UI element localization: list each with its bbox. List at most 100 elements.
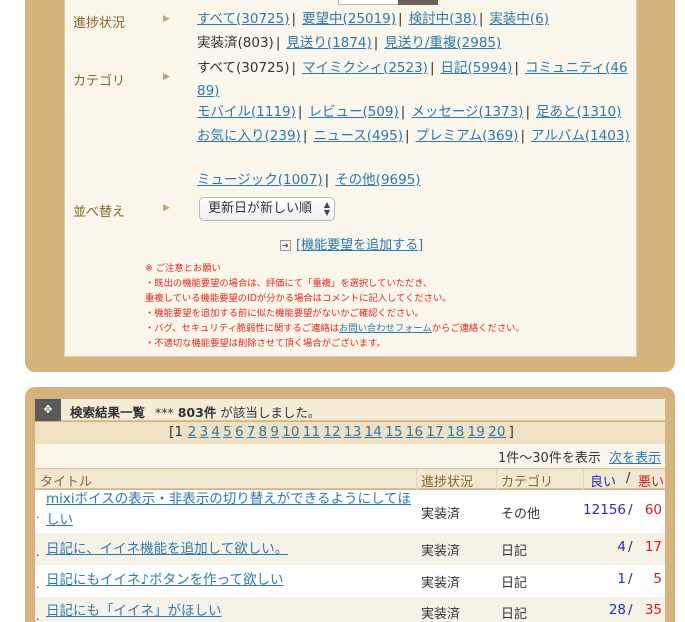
progress-option-postponed-duplicate[interactable]: 見送り/重複(2985)	[384, 35, 501, 51]
note-line: ・不適切な機能要望は削除させて頂く場合がございます。	[145, 338, 386, 349]
row-title-link[interactable]: 日記にもイイネ♪ボタンを作って欲しい	[46, 570, 416, 591]
pager-page-link[interactable]: 12	[323, 424, 341, 440]
pager-page-link[interactable]: 6	[235, 424, 244, 440]
progress-option-postponed[interactable]: 見送り(1874)	[286, 35, 371, 51]
row-title-link[interactable]: 日記に、イイネ機能を追加して欲しい。	[46, 539, 416, 560]
note-bug-line: ・バグ、セキュリティ脆弱性に関するご連絡はお問い合わせフォームからご連絡ください…	[145, 323, 525, 334]
progress-arrow-icon: ▶	[163, 14, 170, 24]
row-bad-count: 17	[644, 539, 662, 555]
category-option-album[interactable]: アルバム(1403)	[531, 128, 630, 144]
pager-page-link[interactable]: 2	[188, 424, 197, 440]
row-status: 実装済	[421, 544, 461, 559]
pager-links: 2 3 4 5 6 7 8 9 10 11 12 13 14 15 16 17 18 19 20	[188, 424, 509, 440]
row-category: 日記	[501, 544, 528, 559]
row-good-count: 28	[608, 602, 626, 618]
pager-page-link[interactable]: 11	[303, 424, 321, 440]
category-options-line-2: モバイル(1119) | レビュー(509) | メッセージ(1373) | 足あと(131…	[197, 104, 622, 120]
row-slash: /	[628, 502, 633, 518]
row-good-count: 4	[617, 539, 626, 555]
row-title-link[interactable]: 日記にも「イイネ」がほしい	[46, 601, 416, 622]
row-bad-count: 60	[644, 502, 662, 518]
row-bullet: .	[36, 578, 40, 591]
column-slash: /	[626, 471, 631, 486]
add-request: ➜ [機能要望を追加する]	[280, 234, 423, 253]
progress-label: 進捗状況	[73, 16, 126, 31]
category-option-premium[interactable]: プレミアム(369)	[416, 128, 519, 144]
category-option-footprint[interactable]: 足あと(1310)	[536, 104, 621, 120]
pager-page-link[interactable]: 18	[447, 424, 465, 440]
category-option-mobile[interactable]: モバイル(1119)	[197, 104, 296, 120]
category-option-news[interactable]: ニュース(495)	[313, 128, 403, 144]
pager-page-link[interactable]: 8	[259, 424, 268, 440]
category-option-music[interactable]: ミュージック(1007)	[197, 172, 323, 188]
pager-page-link[interactable]: 20	[488, 424, 506, 440]
note-heading: ※ ご注意とお願い	[145, 263, 221, 274]
row-status: 実装済	[421, 576, 461, 591]
row-category: 日記	[501, 607, 528, 622]
note-line: ・既出の機能要望の場合は、評価にて「重複」を選択していただき、	[145, 278, 433, 289]
search-button[interactable]	[398, 0, 438, 5]
progress-option-implementing[interactable]: 実装中(6)	[489, 11, 549, 27]
result-range: 1件〜30件を表示 次を表示	[498, 447, 661, 466]
next-page-link[interactable]: 次を表示	[609, 451, 661, 466]
row-slash: /	[628, 571, 633, 587]
row-category: その他	[501, 507, 541, 522]
column-status: 進捗状況	[421, 475, 474, 490]
pager-page-link[interactable]: 3	[200, 424, 209, 440]
category-options-line-3: お気に入り(239) | ニュース(495) | プレミアム(369) | アルバム(140…	[197, 128, 630, 144]
row-title-link[interactable]: mixiボイスの表示・非表示の切り替えができるようにしてほしい	[46, 489, 416, 531]
table-header	[35, 468, 665, 489]
category-option-other[interactable]: その他(9695)	[335, 172, 420, 188]
column-bad: 悪い	[638, 475, 665, 490]
category-option-message[interactable]: メッセージ(1373)	[411, 104, 523, 120]
sort-select[interactable]: 更新日が新しい順 ▲ ▼	[199, 197, 335, 221]
pager-page-link[interactable]: 17	[426, 424, 444, 440]
progress-option-reviewing[interactable]: 検討中(38)	[409, 11, 477, 27]
select-spinner-icon: ▲ ▼	[323, 200, 330, 217]
row-bad-count: 5	[653, 571, 662, 587]
row-good-count: 1	[617, 571, 626, 587]
pager-close: ]	[508, 424, 515, 440]
pager-page-link[interactable]: 13	[344, 424, 362, 440]
row-bad-count: 35	[644, 602, 662, 618]
progress-options-line-1: すべて(30725) | 要望中(25019) | 検討中(38) | 実装中(6)	[197, 11, 550, 27]
column-title: タイトル	[40, 475, 93, 490]
category-option-mymixi[interactable]: マイミクシィ(2523)	[302, 60, 428, 76]
row-status: 実装済	[421, 607, 461, 622]
pager-page-link[interactable]: 7	[247, 424, 256, 440]
results-count-number: 803件	[177, 405, 217, 420]
notes-block: ※ ご注意とお願い ・既出の機能要望の場合は、評価にて「重複」を選択していただき…	[145, 261, 525, 351]
pager-page-link[interactable]: 19	[467, 424, 485, 440]
pager-page-link[interactable]: 15	[385, 424, 403, 440]
row-slash: /	[628, 602, 633, 618]
category-option-review[interactable]: レビュー(509)	[308, 104, 398, 120]
sort-label: 並べ替え	[73, 205, 126, 220]
arrow-box-icon: ➜	[280, 240, 291, 251]
pager-page-link[interactable]: 16	[406, 424, 424, 440]
row-bullet: .	[36, 546, 40, 559]
add-request-link[interactable]: [機能要望を追加する]	[296, 238, 423, 253]
pagination: [1 2 3 4 5 6 7 8 9 10 11 12 13 14 15 16 17 18 19 20]	[169, 424, 514, 440]
column-category: カテゴリ	[501, 475, 554, 490]
results-count: *** 803件 が該当しました。	[155, 405, 321, 420]
pager-page-link[interactable]: 9	[270, 424, 279, 440]
result-range-text: 1件〜30件を表示	[498, 451, 601, 466]
progress-options-line-2: 実装済(803) | 見送り(1874) | 見送り/重複(2985)	[197, 35, 502, 51]
progress-option-requested[interactable]: 要望中(25019)	[302, 11, 396, 27]
progress-option-all[interactable]: すべて(30725)	[197, 11, 290, 27]
pager-page-link[interactable]: 5	[223, 424, 232, 440]
note-line: ・機能要望を追加する前に似た機能要望がないかご確認ください。	[145, 308, 424, 319]
results-title: 検索結果一覧	[70, 405, 146, 420]
pager-page-link[interactable]: 14	[365, 424, 383, 440]
contact-form-link[interactable]: お問い合わせフォーム	[339, 323, 432, 334]
row-bullet: .	[36, 610, 40, 622]
category-label: カテゴリ	[73, 74, 126, 89]
sort-arrow-icon: ▶	[163, 203, 170, 213]
pager-page-link[interactable]: 4	[211, 424, 220, 440]
pager-page-link[interactable]: 10	[282, 424, 300, 440]
category-option-diary[interactable]: 日記(5994)	[441, 60, 513, 76]
category-option-favorites[interactable]: お気に入り(239)	[197, 128, 301, 144]
category-arrow-icon: ▶	[163, 72, 170, 82]
note-line: 重複している機能要望のIDが分かる場合はコメントに記入してください。	[145, 293, 452, 304]
progress-option-implemented: 実装済(803)	[197, 35, 274, 51]
